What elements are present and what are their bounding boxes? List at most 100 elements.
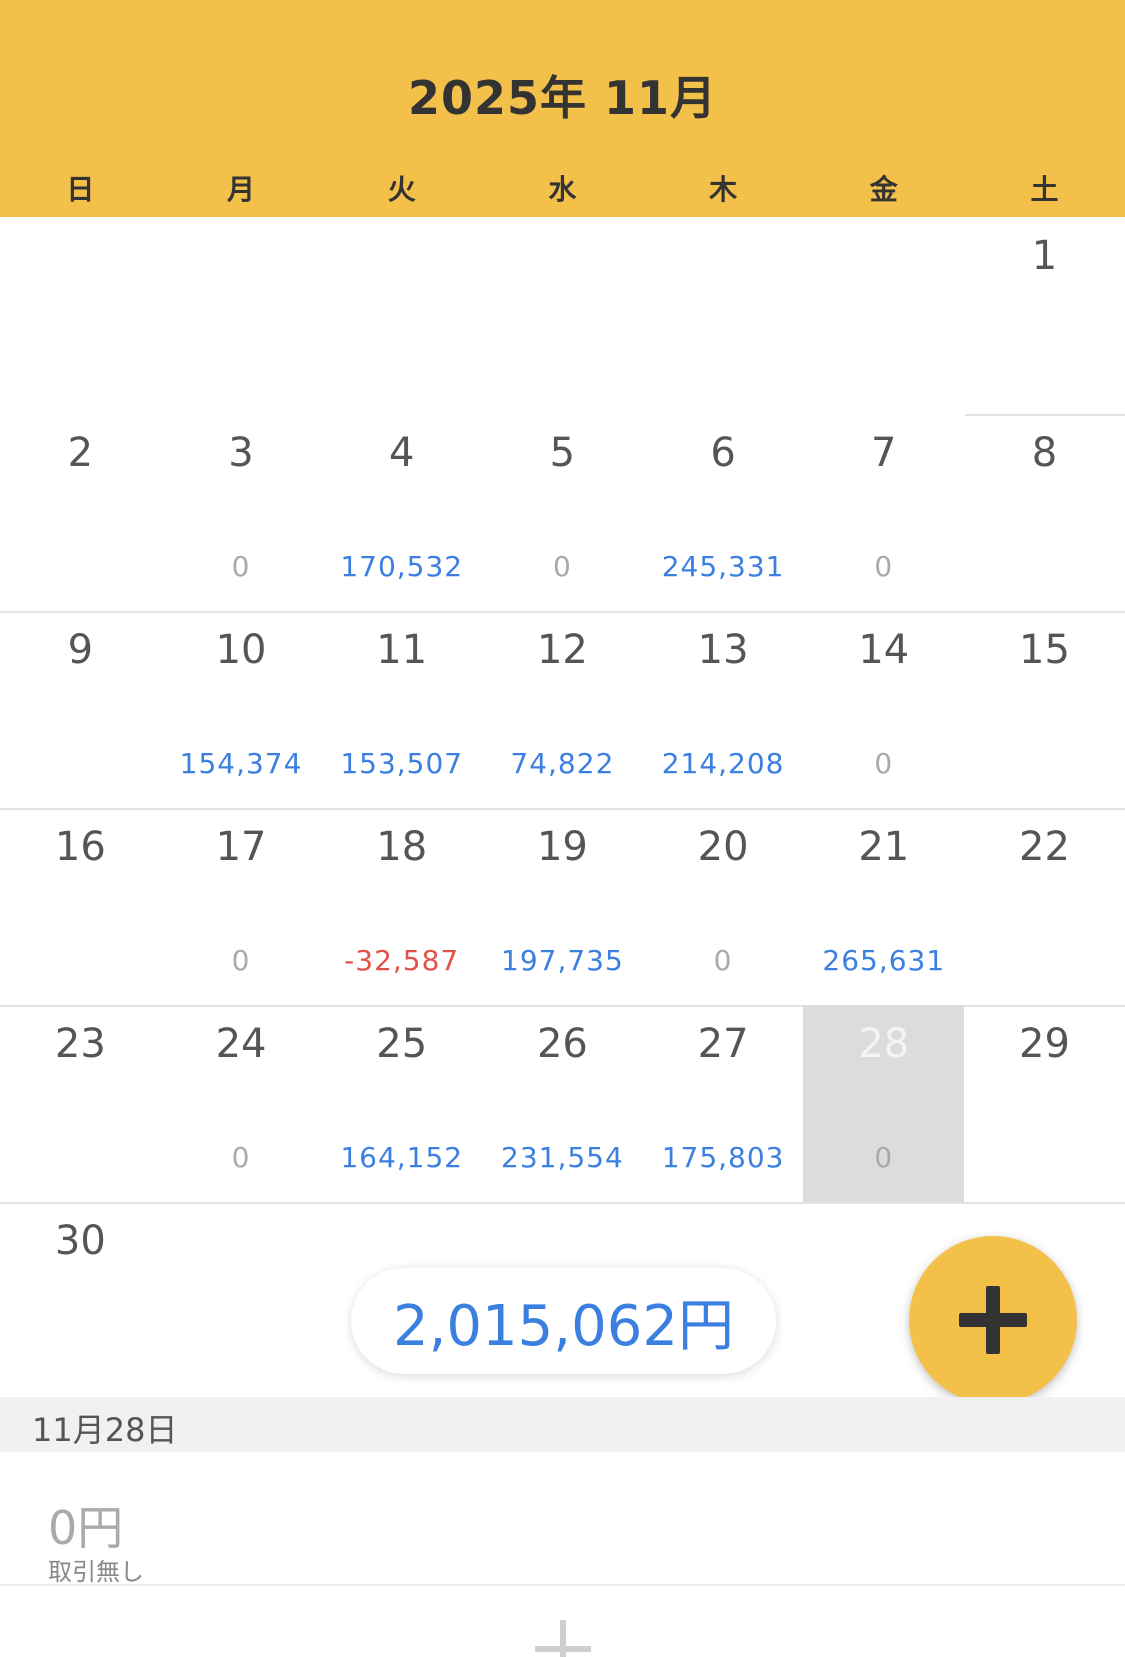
- calendar-day-cell[interactable]: 30: [0, 1202, 161, 1399]
- day-number: 16: [54, 824, 106, 870]
- calendar-empty-cell: [482, 217, 643, 414]
- day-number: 23: [54, 1021, 106, 1067]
- day-amount: 0: [874, 747, 894, 780]
- calendar-day-cell[interactable]: 19 197,735: [482, 808, 643, 1005]
- weekday-wed: 水: [548, 173, 577, 206]
- calendar-day-cell[interactable]: 9: [0, 611, 161, 808]
- day-number: 19: [536, 824, 588, 870]
- day-number: 3: [228, 430, 254, 476]
- month-header: 2025年 11月 日 月 火 水 木 金 土: [0, 0, 1125, 217]
- calendar-day-cell[interactable]: 20 0: [643, 808, 804, 1005]
- day-number: 21: [858, 824, 910, 870]
- day-amount: 0: [713, 944, 733, 977]
- day-amount: 197,735: [501, 944, 624, 977]
- calendar-day-cell[interactable]: 29: [964, 1005, 1125, 1202]
- day-amount: 0: [231, 944, 251, 977]
- calendar-day-cell[interactable]: 8: [964, 414, 1125, 611]
- day-detail[interactable]: 0円 取引無し: [0, 1452, 1125, 1586]
- day-number: 25: [376, 1021, 428, 1067]
- calendar-day-cell[interactable]: 26 231,554: [482, 1005, 643, 1202]
- calendar-day-cell[interactable]: 22: [964, 808, 1125, 1005]
- calendar-empty-cell: [321, 217, 482, 414]
- calendar-day-cell[interactable]: 15: [964, 611, 1125, 808]
- add-entry-button[interactable]: [535, 1620, 591, 1657]
- day-number: 4: [388, 430, 415, 476]
- selected-date-label: 11月28日: [32, 1411, 178, 1449]
- weekday-thu: 木: [709, 173, 738, 206]
- calendar-day-cell[interactable]: 21 265,631: [803, 808, 964, 1005]
- day-amount: 0: [874, 550, 894, 583]
- monthly-total-label: 2,015,062円: [392, 1293, 734, 1359]
- calendar-day-cell[interactable]: 25 164,152: [321, 1005, 482, 1202]
- calendar-empty-cell: [0, 217, 161, 414]
- day-amount: 231,554: [501, 1141, 624, 1174]
- calendar-day-cell[interactable]: 10 154,374: [161, 611, 322, 808]
- day-amount: 0: [231, 1141, 251, 1174]
- day-detail-amount: 0円: [48, 1501, 124, 1555]
- day-number: 28: [858, 1021, 910, 1067]
- weekday-fri: 金: [869, 173, 898, 206]
- calendar-week: 16 17 0 18 -32,587 19 197,735 20 0 21 265,631 22: [0, 808, 1125, 1005]
- selected-date-header: 11月28日: [0, 1397, 1125, 1452]
- day-number: 8: [1031, 430, 1058, 476]
- calendar-grid: 1 2 3 0 4 170,532 5 0 6 245,331 7 0 8 9 10 154,374 11 153…: [0, 217, 1125, 1399]
- calendar-day-cell[interactable]: 70: [803, 414, 964, 611]
- weekday-tue: 火: [387, 173, 416, 206]
- calendar-day-cell[interactable]: 24 0: [161, 1005, 322, 1202]
- day-amount: 214,208: [661, 747, 785, 780]
- calendar-day-cell[interactable]: 27 175,803: [643, 1005, 804, 1202]
- day-amount: 0: [231, 550, 251, 583]
- day-number: 12: [536, 627, 588, 673]
- add-transaction-button[interactable]: [909, 1236, 1077, 1404]
- weekday-sun: 日: [66, 173, 95, 206]
- day-number: 24: [215, 1021, 267, 1067]
- day-number: 14: [858, 627, 910, 673]
- day-amount: 170,532: [340, 550, 464, 583]
- calendar-day-cell[interactable]: 17 0: [161, 808, 322, 1005]
- monthly-total[interactable]: 2,015,062円: [351, 1268, 776, 1374]
- weekday-mon: 月: [227, 173, 256, 206]
- month-title[interactable]: 2025年 11月: [0, 62, 1125, 128]
- day-number: 2: [67, 430, 94, 476]
- day-number: 22: [1019, 824, 1070, 870]
- day-number: 13: [697, 627, 749, 673]
- calendar-day-cell[interactable]: 6 245,331: [643, 414, 804, 611]
- calendar-day-cell[interactable]: 13 214,208: [643, 611, 804, 808]
- day-number: 15: [1019, 627, 1070, 673]
- calendar-day-cell[interactable]: 2: [0, 414, 161, 611]
- day-number: 30: [54, 1218, 106, 1264]
- day-amount: 245,331: [661, 550, 785, 583]
- day-number: 29: [1019, 1021, 1070, 1067]
- day-number: 26: [536, 1021, 588, 1067]
- day-number: 1: [1031, 233, 1058, 279]
- day-number: 5: [549, 430, 576, 476]
- day-number: 27: [697, 1021, 749, 1067]
- day-detail-note: 取引無し: [48, 1558, 144, 1586]
- divider: [0, 1584, 1125, 1586]
- day-amount: 265,631: [822, 944, 946, 977]
- calendar-week: 23 24 0 25 164,152 26 231,554 27 175,803 28 0 29: [0, 1005, 1125, 1202]
- day-number: 18: [376, 824, 428, 870]
- weekday-sat: 土: [1030, 173, 1059, 206]
- calendar-day-cell[interactable]: 11 153,507: [321, 611, 482, 808]
- calendar-day-cell[interactable]: 16: [0, 808, 161, 1005]
- calendar-day-cell[interactable]: 18 -32,587: [321, 808, 482, 1005]
- calendar-day-cell[interactable]: 14 0: [803, 611, 964, 808]
- day-number: 20: [697, 824, 749, 870]
- calendar-day-cell[interactable]: 4 170,532: [321, 414, 482, 611]
- calendar-day-cell[interactable]: 50: [482, 414, 643, 611]
- calendar-day-cell[interactable]: 1: [964, 217, 1125, 414]
- day-amount: 175,803: [661, 1141, 785, 1174]
- calendar-day-cell[interactable]: 12 74,822: [482, 611, 643, 808]
- calendar-day-cell[interactable]: 23: [0, 1005, 161, 1202]
- calendar-day-cell[interactable]: 30: [161, 414, 322, 611]
- calendar-empty-cell: [643, 217, 804, 414]
- day-number: 9: [67, 627, 94, 673]
- calendar-week: 9 10 154,374 11 153,507 12 74,822 13 214,208 14 0 1…: [0, 611, 1125, 808]
- day-number: 17: [215, 824, 267, 870]
- calendar-empty-cell: [161, 217, 322, 414]
- calendar-day-cell[interactable]: 28 0: [803, 1005, 965, 1202]
- weekday-row: 日 月 火 水 木 金 土: [0, 168, 1125, 212]
- calendar-empty-cell: [161, 1202, 322, 1399]
- day-amount: -32,587: [344, 944, 460, 977]
